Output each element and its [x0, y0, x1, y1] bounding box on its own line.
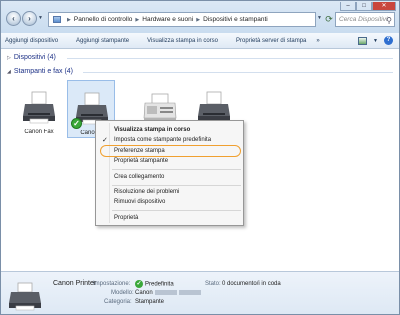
- breadcrumb-separator-icon: ▶: [196, 16, 201, 23]
- back-button[interactable]: ‹: [6, 11, 21, 26]
- printers-group-title: Stampanti e fax (4): [13, 68, 73, 75]
- checkmark-icon: ✓: [102, 137, 108, 144]
- menu-item-remove-device[interactable]: Rimuovi dispositivo: [114, 199, 165, 205]
- search-icon[interactable]: ⚲: [386, 14, 392, 27]
- redacted-model-icon: [154, 290, 177, 295]
- details-state-value: 0 documento/i in coda: [222, 281, 281, 287]
- view-dropdown-icon[interactable]: ▼: [373, 38, 378, 44]
- details-category-label: Categoria:: [104, 299, 132, 305]
- menu-item-create-shortcut[interactable]: Crea collegamento: [114, 174, 164, 180]
- print-server-properties-button[interactable]: Proprietà server di stampa: [236, 38, 306, 44]
- group-divider: [67, 58, 393, 59]
- breadcrumb-control-panel[interactable]: Pannello di controllo: [74, 16, 133, 23]
- see-whats-printing-button[interactable]: Visualizza stampa in corso: [147, 38, 218, 44]
- breadcrumb-separator-icon: ▶: [135, 16, 140, 23]
- group-divider: [83, 72, 393, 73]
- menu-divider: [112, 210, 241, 211]
- details-setting-value: ✓ Predefinita: [135, 280, 174, 288]
- details-state-label: Stato:: [205, 281, 221, 287]
- fax-printer-icon: [23, 91, 55, 124]
- forward-button[interactable]: ›: [22, 11, 37, 26]
- printers-group-header[interactable]: ◢ Stampanti e fax (4): [7, 68, 73, 75]
- address-dropdown-icon[interactable]: ▼: [317, 15, 322, 21]
- devices-and-printers-window: – □ ✕ ‹ › ▼ ▶ Pannello di controllo ▶ Ha…: [0, 0, 400, 315]
- breadcrumb-separator-icon: ▶: [67, 16, 71, 23]
- breadcrumb-hardware-sound[interactable]: Hardware e suoni: [142, 16, 193, 23]
- view-options-icon[interactable]: [358, 36, 368, 45]
- redacted-model-icon: [178, 290, 201, 295]
- default-check-icon: ✓: [135, 280, 143, 288]
- details-category-value: Stampante: [135, 299, 165, 305]
- details-pane: Canon Printer Impostazione: ✓ Predefinita…: [1, 271, 399, 314]
- menu-item-see-whats-printing[interactable]: Visualizza stampa in corso: [114, 127, 190, 133]
- printer-label: Canon Fax: [24, 129, 54, 135]
- expand-arrow-icon: ▷: [7, 54, 11, 61]
- menu-gutter: [109, 123, 110, 223]
- details-setting-text: Predefinita: [145, 281, 174, 288]
- address-area: – □ ✕ ‹ › ▼ ▶ Pannello di controllo ▶ Ha…: [1, 1, 399, 33]
- refresh-icon[interactable]: ⟳: [323, 12, 335, 27]
- help-icon[interactable]: ?: [384, 36, 393, 45]
- devices-group-header[interactable]: ▷ Dispositivi (4): [7, 54, 56, 61]
- close-button[interactable]: ✕: [372, 2, 396, 11]
- add-device-button[interactable]: Aggiungi dispositivo: [5, 38, 58, 44]
- address-bar[interactable]: ▶ Pannello di controllo ▶ Hardware e suo…: [48, 12, 316, 27]
- search-input[interactable]: Cerca Dispositivi ⚲: [335, 12, 395, 27]
- details-model-label: Modello:: [111, 290, 134, 296]
- default-printer-check-icon: ✓: [71, 118, 82, 129]
- menu-divider: [112, 169, 241, 170]
- devices-group-title: Dispositivi (4): [13, 54, 56, 61]
- add-printer-button[interactable]: Aggiungi stampante: [76, 38, 129, 44]
- search-placeholder: Cerca Dispositivi: [339, 16, 388, 23]
- collapse-arrow-icon: ◢: [7, 68, 11, 75]
- minimize-button[interactable]: –: [340, 2, 356, 11]
- printer-icon: [9, 282, 41, 311]
- details-model-value: Canon: [135, 290, 201, 296]
- menu-item-properties[interactable]: Proprietà: [114, 215, 138, 221]
- menu-item-printer-properties[interactable]: Proprietà stampante: [114, 158, 168, 164]
- breadcrumb-devices-printers[interactable]: Dispositivi e stampanti: [203, 16, 268, 23]
- menu-divider: [112, 185, 241, 186]
- history-dropdown-icon[interactable]: ▼: [38, 15, 43, 21]
- maximize-button[interactable]: □: [356, 2, 372, 11]
- context-menu: Visualizza stampa in corso ✓ Imposta com…: [95, 120, 244, 226]
- menu-item-set-default[interactable]: Imposta come stampante predefinita: [114, 137, 211, 143]
- command-toolbar: Aggiungi dispositivo Aggiungi stampante …: [1, 33, 399, 49]
- details-model-text: Canon: [135, 290, 153, 297]
- menu-item-troubleshoot[interactable]: Risoluzione dei problemi: [114, 189, 179, 195]
- toolbar-more-button[interactable]: »: [316, 38, 319, 44]
- toolbar-right: ▼ ?: [358, 36, 393, 45]
- details-printer-name: Canon Printer: [53, 280, 97, 287]
- menu-item-printing-preferences[interactable]: Preferenze stampa: [114, 148, 165, 154]
- details-setting-label: Impostazione:: [93, 281, 131, 287]
- control-panel-icon: [53, 16, 61, 23]
- printer-tile-canon-fax[interactable]: Canon Fax: [15, 80, 63, 138]
